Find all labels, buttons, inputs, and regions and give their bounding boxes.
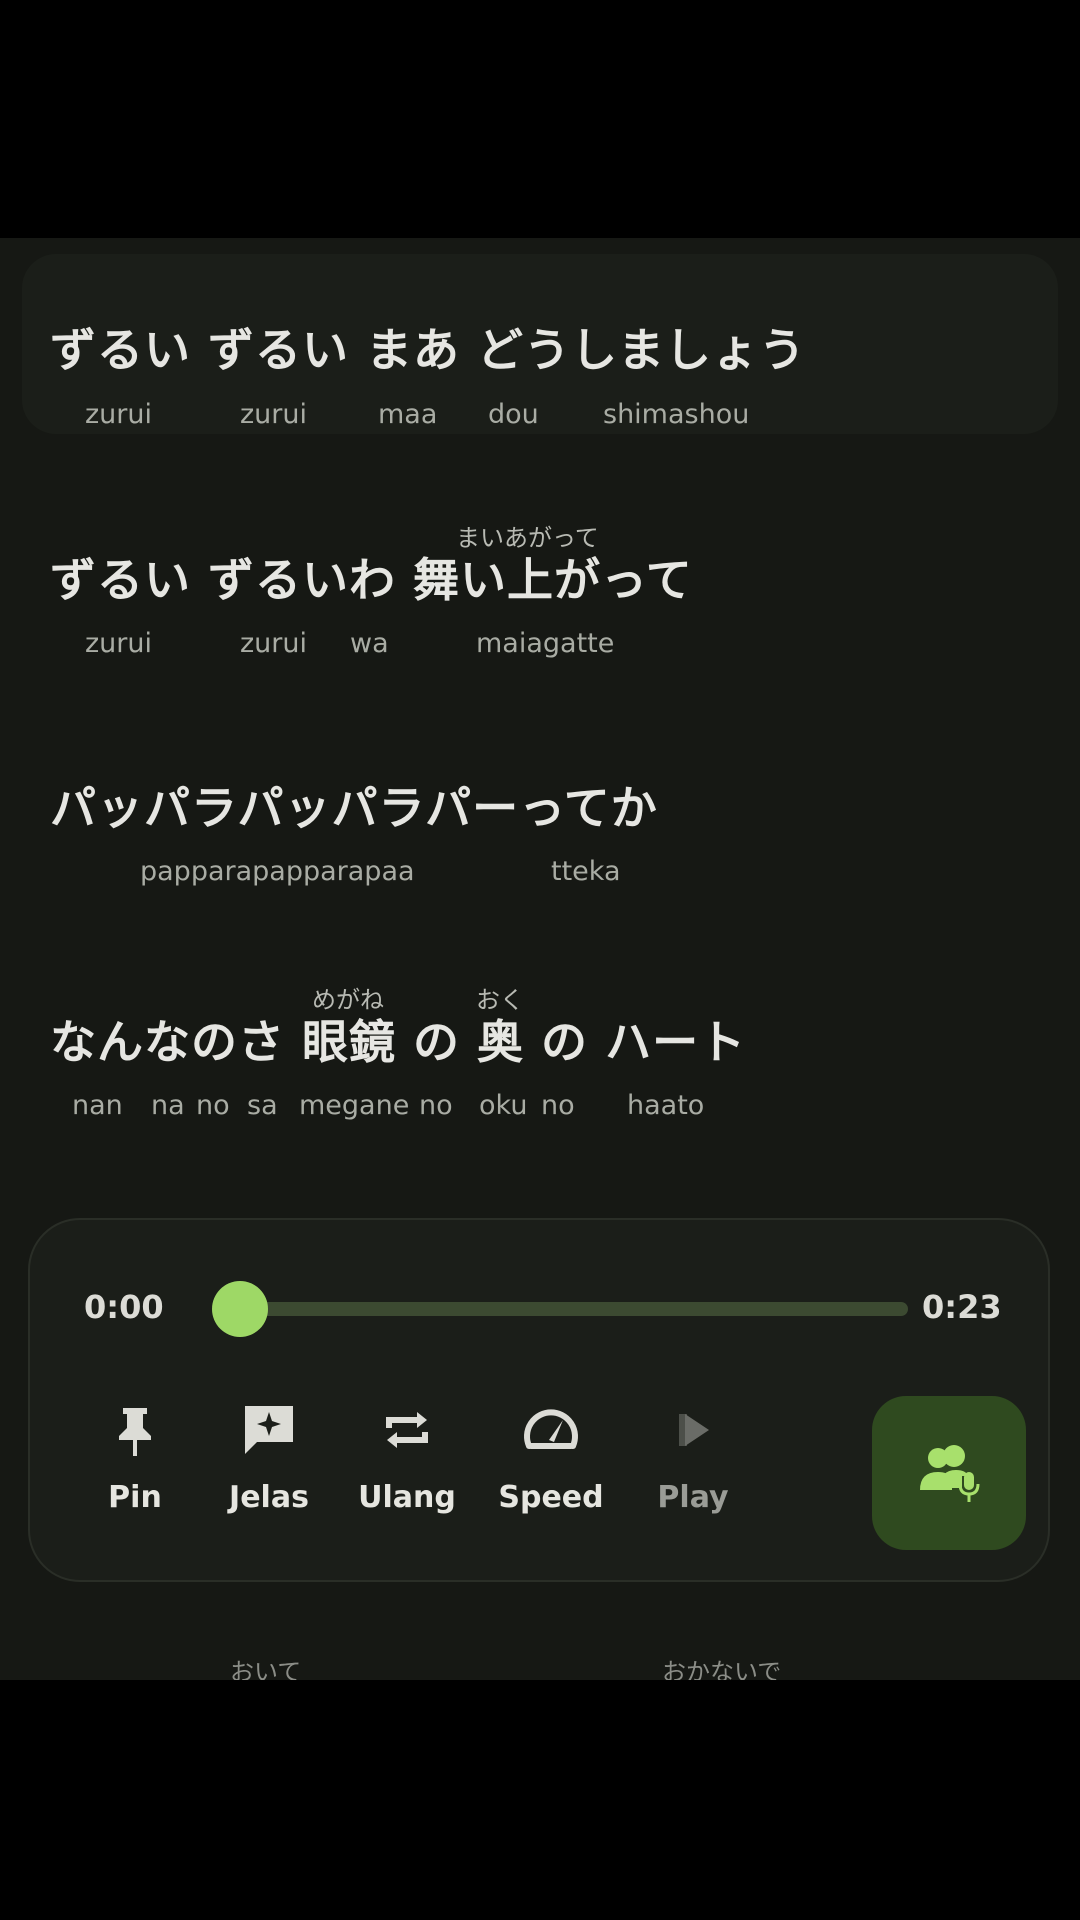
romaji-word: haato: [627, 1090, 705, 1121]
romaji-word: zurui: [240, 628, 307, 659]
lyric-text: ずるい ずるい まあ どうしましょう: [50, 323, 807, 377]
play-label: Play: [657, 1480, 729, 1515]
romaji-word: maa: [378, 399, 438, 430]
pin-button[interactable]: Pin: [70, 1400, 200, 1530]
lyric-text: パッパラパッパラパーってか: [50, 781, 658, 835]
lyric-text: なんなのさ 眼鏡 の 奥 の ハート: [50, 1015, 747, 1069]
romaji-word: dou: [488, 399, 539, 430]
repeat-icon: [386, 1412, 428, 1448]
speed-icon: [524, 1409, 578, 1449]
group-mic-icon: [920, 1445, 980, 1502]
romaji-word: maiagatte: [476, 628, 615, 659]
romaji-word: nan: [72, 1090, 123, 1121]
play-icon: [679, 1414, 709, 1446]
progress-track[interactable]: [240, 1302, 908, 1316]
romaji-word: tteka: [551, 856, 621, 887]
lyrics-view: ずるい ずるい まあ どうしましょう zurui zurui maa dou s…: [0, 238, 1080, 1680]
romaji-word: zurui: [85, 628, 152, 659]
romaji-word: zurui: [240, 399, 307, 430]
romaji-word: papparapapparapaa: [140, 856, 415, 887]
romaji-word: megane: [299, 1090, 410, 1121]
romaji-word: wa: [350, 628, 389, 659]
explain-button[interactable]: Jelas: [204, 1400, 334, 1530]
screen: ずるい ずるい まあ どうしましょう zurui zurui maa dou s…: [0, 0, 1080, 1920]
next-furigana: おかないで: [662, 1658, 782, 1680]
romaji-word: no: [419, 1090, 453, 1121]
voice-practice-button[interactable]: [872, 1396, 1026, 1550]
romaji-word: no: [541, 1090, 575, 1121]
next-furigana: おいて: [230, 1658, 302, 1680]
romaji-word: no: [196, 1090, 230, 1121]
total-time: 0:23: [922, 1288, 1002, 1326]
player-panel: 0:00 0:23 Pin Jelas Ulang Speed Play: [28, 1218, 1050, 1582]
progress-thumb[interactable]: [212, 1281, 268, 1337]
romaji-word: sa: [247, 1090, 278, 1121]
lyric-text: ずるい ずるいわ 舞い上がって: [50, 553, 693, 607]
pin-icon: [119, 1408, 151, 1456]
romaji-word: shimashou: [603, 399, 750, 430]
lyric-line[interactable]: めがね おく なんなのさ 眼鏡 の 奥 の ハート nan na no sa m…: [0, 968, 1080, 1148]
repeat-button[interactable]: Ulang: [342, 1400, 472, 1530]
play-button[interactable]: Play: [628, 1400, 758, 1530]
lyric-line[interactable]: パッパラパッパラパーってか papparapapparapaa tteka: [0, 748, 1080, 928]
lyric-line[interactable]: まいあがって ずるい ずるいわ 舞い上がって zurui zurui wa ma…: [0, 508, 1080, 688]
romaji-word: na: [151, 1090, 185, 1121]
romaji-word: zurui: [85, 399, 152, 430]
speed-button[interactable]: Speed: [486, 1400, 616, 1530]
romaji-word: oku: [479, 1090, 528, 1121]
current-time: 0:00: [84, 1288, 164, 1326]
lyric-line-active[interactable]: ずるい ずるい まあ どうしましょう zurui zurui maa dou s…: [22, 254, 1058, 434]
explain-icon: [245, 1406, 293, 1454]
